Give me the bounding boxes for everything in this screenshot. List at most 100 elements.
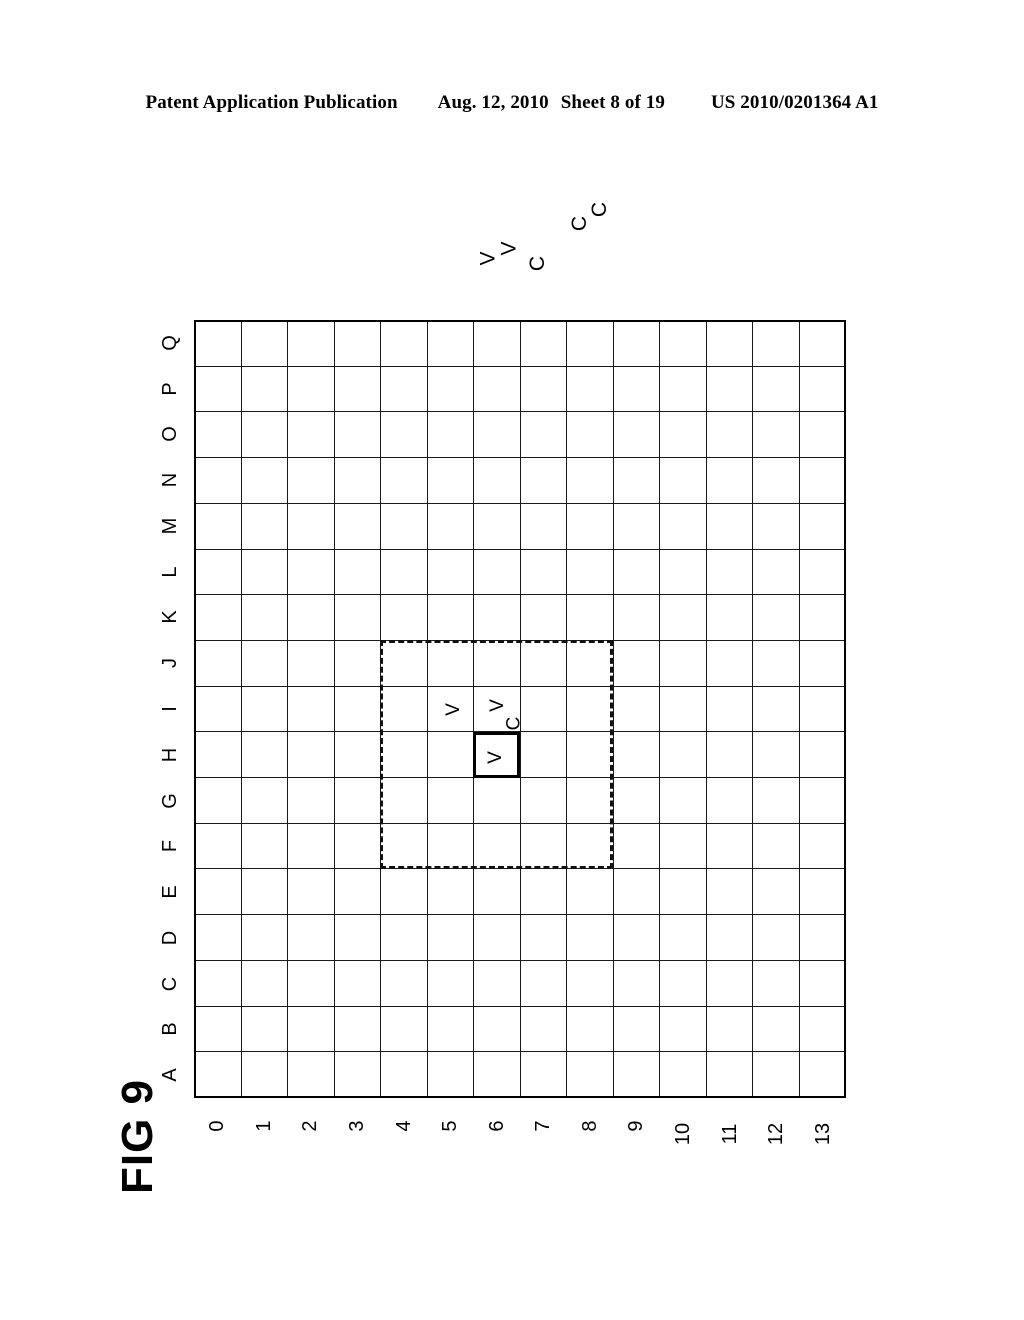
grid-cell[interactable]: [519, 777, 567, 824]
grid-cell[interactable]: [333, 959, 381, 1007]
grid-cell[interactable]: [705, 1005, 753, 1053]
grid-cell[interactable]: [612, 639, 660, 687]
grid-cell[interactable]: [566, 548, 614, 596]
grid-cell[interactable]: [287, 639, 335, 687]
grid-cell[interactable]: [426, 914, 474, 961]
grid-cell[interactable]: [798, 502, 846, 550]
grid-cell[interactable]: [333, 914, 381, 961]
grid-cell[interactable]: [798, 548, 846, 596]
grid-cell[interactable]: [473, 822, 521, 870]
grid-cell[interactable]: [752, 731, 800, 779]
grid-cell[interactable]: [380, 365, 428, 413]
grid-cell[interactable]: [473, 594, 521, 641]
grid-cell[interactable]: [287, 365, 335, 413]
grid-cell[interactable]: [566, 457, 614, 504]
grid-cell[interactable]: [798, 411, 846, 459]
grid-cell[interactable]: [333, 731, 381, 779]
grid-cell[interactable]: [705, 685, 753, 733]
grid-cell[interactable]: [473, 1051, 521, 1098]
grid-cell[interactable]: [194, 731, 242, 779]
grid-cell[interactable]: [659, 365, 707, 413]
grid-cell[interactable]: [612, 594, 660, 641]
grid-cell[interactable]: [519, 639, 567, 687]
grid-cell[interactable]: [194, 594, 242, 641]
grid-cell[interactable]: [659, 411, 707, 459]
grid-cell[interactable]: [659, 868, 707, 916]
grid-cell[interactable]: [612, 411, 660, 459]
grid-cell[interactable]: [659, 548, 707, 596]
grid-cell[interactable]: [798, 1005, 846, 1053]
grid-cell[interactable]: [705, 822, 753, 870]
grid-cell[interactable]: [659, 502, 707, 550]
grid-cell[interactable]: [798, 365, 846, 413]
grid-cell[interactable]: [287, 1005, 335, 1053]
grid-cell[interactable]: [519, 594, 567, 641]
grid-cell[interactable]: [380, 1005, 428, 1053]
grid-cell[interactable]: [287, 502, 335, 550]
grid-cell[interactable]: [659, 822, 707, 870]
grid-cell[interactable]: [612, 822, 660, 870]
grid-cell[interactable]: [659, 959, 707, 1007]
grid-cell[interactable]: [705, 914, 753, 961]
grid-cell[interactable]: [566, 914, 614, 961]
grid-cell[interactable]: [705, 959, 753, 1007]
grid-cell[interactable]: [426, 548, 474, 596]
grid-cell[interactable]: [752, 457, 800, 504]
grid-cell[interactable]: [798, 822, 846, 870]
grid-cell[interactable]: [752, 914, 800, 961]
grid-cell[interactable]: [519, 502, 567, 550]
grid-cell[interactable]: [380, 777, 428, 824]
grid-cell[interactable]: [380, 731, 428, 779]
grid-cell[interactable]: [566, 1051, 614, 1098]
grid-cell[interactable]: [519, 548, 567, 596]
grid-cell[interactable]: [473, 959, 521, 1007]
grid-cell[interactable]: [612, 914, 660, 961]
grid-cell[interactable]: [473, 411, 521, 459]
grid-cell[interactable]: [705, 731, 753, 779]
grid-cell[interactable]: [798, 320, 846, 367]
grid-cell[interactable]: [566, 320, 614, 367]
grid-cell[interactable]: [705, 594, 753, 641]
grid-cell[interactable]: [380, 1051, 428, 1098]
grid-cell[interactable]: [426, 731, 474, 779]
grid-cell[interactable]: [752, 868, 800, 916]
grid-cell[interactable]: [752, 822, 800, 870]
grid-cell[interactable]: [426, 365, 474, 413]
grid-cell[interactable]: [752, 777, 800, 824]
grid-cell[interactable]: [705, 548, 753, 596]
grid-cell[interactable]: [240, 731, 288, 779]
grid-cell[interactable]: [194, 457, 242, 504]
grid-cell[interactable]: [194, 777, 242, 824]
grid-cell[interactable]: [240, 594, 288, 641]
grid-cell[interactable]: [287, 777, 335, 824]
grid-cell[interactable]: [333, 320, 381, 367]
grid-cell[interactable]: [287, 822, 335, 870]
grid-cell[interactable]: [194, 548, 242, 596]
grid-cell[interactable]: [798, 639, 846, 687]
grid-cell[interactable]: [473, 1005, 521, 1053]
grid-cell[interactable]: [240, 777, 288, 824]
grid-cell[interactable]: [566, 731, 614, 779]
grid-cell[interactable]: [240, 914, 288, 961]
grid-cell[interactable]: [705, 639, 753, 687]
grid-cell[interactable]: [473, 365, 521, 413]
grid-cell[interactable]: [752, 959, 800, 1007]
grid-cell[interactable]: [566, 868, 614, 916]
grid-cell[interactable]: [426, 502, 474, 550]
grid-cell[interactable]: [333, 548, 381, 596]
grid-cell[interactable]: [659, 1051, 707, 1098]
grid-cell[interactable]: [240, 1005, 288, 1053]
grid-cell[interactable]: [240, 502, 288, 550]
grid-cell[interactable]: [287, 959, 335, 1007]
grid-cell[interactable]: [240, 685, 288, 733]
grid-cell[interactable]: [380, 639, 428, 687]
grid-cell[interactable]: [519, 1005, 567, 1053]
grid-cell[interactable]: [473, 548, 521, 596]
grid-cell[interactable]: [659, 457, 707, 504]
grid-cell[interactable]: [287, 868, 335, 916]
grid-cell[interactable]: [519, 731, 567, 779]
grid-cell[interactable]: [287, 731, 335, 779]
grid-cell[interactable]: [566, 1005, 614, 1053]
grid-cell[interactable]: [194, 411, 242, 459]
grid-cell[interactable]: [519, 822, 567, 870]
